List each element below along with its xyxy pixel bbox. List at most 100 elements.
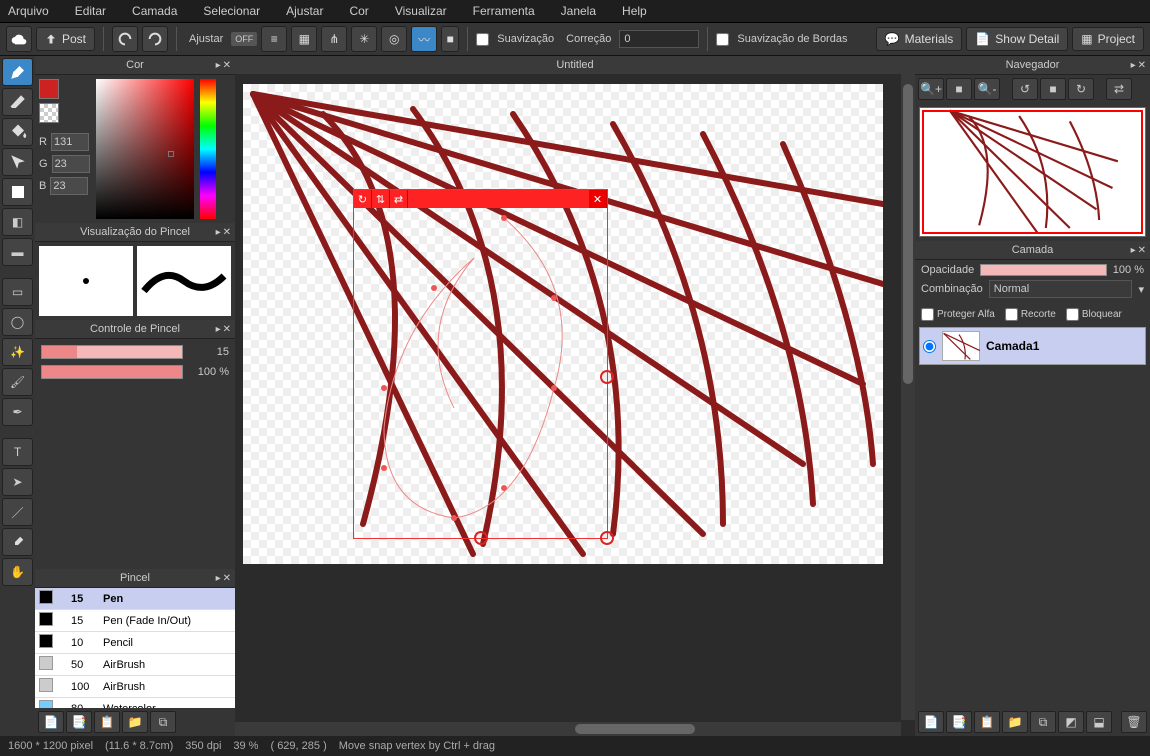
brush-list-item[interactable]: 100AirBrush (35, 676, 235, 698)
panel-menu-icon[interactable]: ▸ (1131, 60, 1136, 71)
snap-concentric-icon[interactable]: ◎ (381, 26, 407, 52)
pen-tool[interactable] (2, 58, 33, 86)
color-field[interactable] (96, 79, 194, 219)
folder-icon[interactable]: 📁 (122, 711, 148, 733)
snap-parallel-icon[interactable]: ≡ (261, 26, 287, 52)
select-rect-tool[interactable]: ▭ (2, 278, 33, 306)
copy-icon[interactable]: ⧉ (150, 711, 176, 733)
brush-list-item[interactable]: 50AirBrush (35, 654, 235, 676)
brush-list-item[interactable]: 80Watercolor (35, 698, 235, 709)
dup-brush-icon[interactable]: 📑 (66, 711, 92, 733)
fg-swatch[interactable] (39, 79, 59, 99)
close-icon[interactable]: ✕ (589, 190, 607, 208)
redo-icon[interactable] (142, 26, 168, 52)
opacidade-slider[interactable] (980, 264, 1107, 276)
brush-opacity-slider[interactable] (41, 365, 183, 379)
brush-list-item[interactable]: 10Pencil (35, 632, 235, 654)
menu-ferramenta[interactable]: Ferramenta (473, 4, 535, 18)
rotate-reset-icon[interactable]: ■ (1040, 78, 1066, 100)
snap-vanish-icon[interactable]: ⋔ (321, 26, 347, 52)
scrollbar-horizontal[interactable] (235, 722, 901, 736)
brush-list-item[interactable]: 15Pen (35, 588, 235, 610)
document-tab[interactable]: Untitled (235, 56, 915, 74)
brush-select-tool[interactable]: 🖌 (2, 368, 33, 396)
panel-menu-icon[interactable]: ▸ (216, 573, 221, 584)
text-tool[interactable]: T (2, 438, 33, 466)
menu-janela[interactable]: Janela (561, 4, 596, 18)
arrow-tool[interactable]: ➤ (2, 468, 33, 496)
rotate-left-icon[interactable]: ↺ (1012, 78, 1038, 100)
edit-brush-icon[interactable]: 📋 (94, 711, 120, 733)
panel-close-icon[interactable]: ✕ (1138, 245, 1146, 256)
undo-icon[interactable] (112, 26, 138, 52)
menu-arquivo[interactable]: Arquivo (8, 4, 49, 18)
panel-close-icon[interactable]: ✕ (223, 573, 231, 584)
menu-editar[interactable]: Editar (75, 4, 106, 18)
panel-close-icon[interactable]: ✕ (223, 324, 231, 335)
menu-visualizar[interactable]: Visualizar (395, 4, 447, 18)
panel-close-icon[interactable]: ✕ (1138, 60, 1146, 71)
transform-box[interactable]: ↻ ⇅ ⇄ ✕ (353, 189, 608, 539)
line-tool[interactable]: ／ (2, 498, 33, 526)
show-detail-button[interactable]: 📄 Show Detail (966, 27, 1068, 51)
post-button[interactable]: Post (36, 27, 95, 51)
zoom-reset-icon[interactable]: ■ (946, 78, 972, 100)
gradient-tool[interactable]: ◧ (2, 208, 33, 236)
recorte-checkbox[interactable]: Recorte (1005, 308, 1056, 321)
menu-cor[interactable]: Cor (349, 4, 368, 18)
flatten-icon[interactable]: ⬓ (1086, 711, 1112, 733)
brush-list-item[interactable]: 15Pen (Fade In/Out) (35, 610, 235, 632)
pen-select-tool[interactable]: ✒ (2, 398, 33, 426)
panel-close-icon[interactable]: ✕ (223, 227, 231, 238)
new-layer-icon[interactable]: 📄 (918, 711, 944, 733)
r-input[interactable] (51, 133, 89, 151)
menu-camada[interactable]: Camada (132, 4, 177, 18)
blur-tool[interactable]: ▬ (2, 238, 33, 266)
flip-h-icon[interactable]: ⇄ (390, 190, 408, 208)
brush-size-slider[interactable] (41, 345, 183, 359)
merge-icon[interactable]: ⧉ (1030, 711, 1056, 733)
menu-ajustar[interactable]: Ajustar (286, 4, 323, 18)
layer-item[interactable]: Camada1 (919, 327, 1146, 365)
rotate-right-icon[interactable]: ↻ (1068, 78, 1094, 100)
g-input[interactable] (52, 155, 90, 173)
scrollbar-vertical[interactable] (901, 74, 915, 720)
canvas[interactable]: ↻ ⇅ ⇄ ✕ (243, 84, 883, 564)
layer-visibility[interactable] (923, 340, 936, 353)
eyedropper-tool[interactable] (2, 528, 33, 556)
correcao-input[interactable] (619, 30, 699, 48)
materials-button[interactable]: 💬 Materials (876, 27, 963, 51)
combinacao-select[interactable]: Normal (989, 280, 1133, 298)
new-brush-icon[interactable]: 📄 (38, 711, 64, 733)
bg-swatch[interactable] (39, 103, 59, 123)
hue-slider[interactable] (200, 79, 216, 219)
menu-selecionar[interactable]: Selecionar (203, 4, 260, 18)
handle[interactable] (474, 531, 488, 545)
snap-radial-icon[interactable]: ✳ (351, 26, 377, 52)
shape-tool[interactable] (2, 178, 33, 206)
panel-menu-icon[interactable]: ▸ (1131, 245, 1136, 256)
bloquear-checkbox[interactable]: Bloquear (1066, 308, 1122, 321)
copy-layer-icon[interactable]: 📋 (974, 711, 1000, 733)
panel-close-icon[interactable]: ✕ (223, 60, 231, 71)
handle[interactable] (600, 531, 614, 545)
dup-layer-icon[interactable]: 📑 (946, 711, 972, 733)
handle[interactable] (600, 370, 614, 384)
flip-icon[interactable]: ⇄ (1106, 78, 1132, 100)
b-input[interactable] (50, 177, 88, 195)
panel-menu-icon[interactable]: ▸ (216, 60, 221, 71)
suav-bordas-checkbox[interactable] (716, 33, 729, 46)
ajustar-off[interactable]: OFF (231, 32, 257, 46)
folder-icon[interactable]: 📁 (1002, 711, 1028, 733)
mask-icon[interactable]: ◩ (1058, 711, 1084, 733)
lasso-tool[interactable]: ◯ (2, 308, 33, 336)
hand-tool[interactable]: ✋ (2, 558, 33, 586)
menu-help[interactable]: Help (622, 4, 647, 18)
panel-menu-icon[interactable]: ▸ (216, 324, 221, 335)
suavizacao-checkbox[interactable] (476, 33, 489, 46)
move-tool[interactable] (2, 148, 33, 176)
navigator-preview[interactable] (919, 107, 1146, 237)
delete-layer-icon[interactable]: 🗑 (1121, 711, 1147, 733)
flip-v-icon[interactable]: ⇅ (372, 190, 390, 208)
proteger-alfa-checkbox[interactable]: Proteger Alfa (921, 308, 995, 321)
